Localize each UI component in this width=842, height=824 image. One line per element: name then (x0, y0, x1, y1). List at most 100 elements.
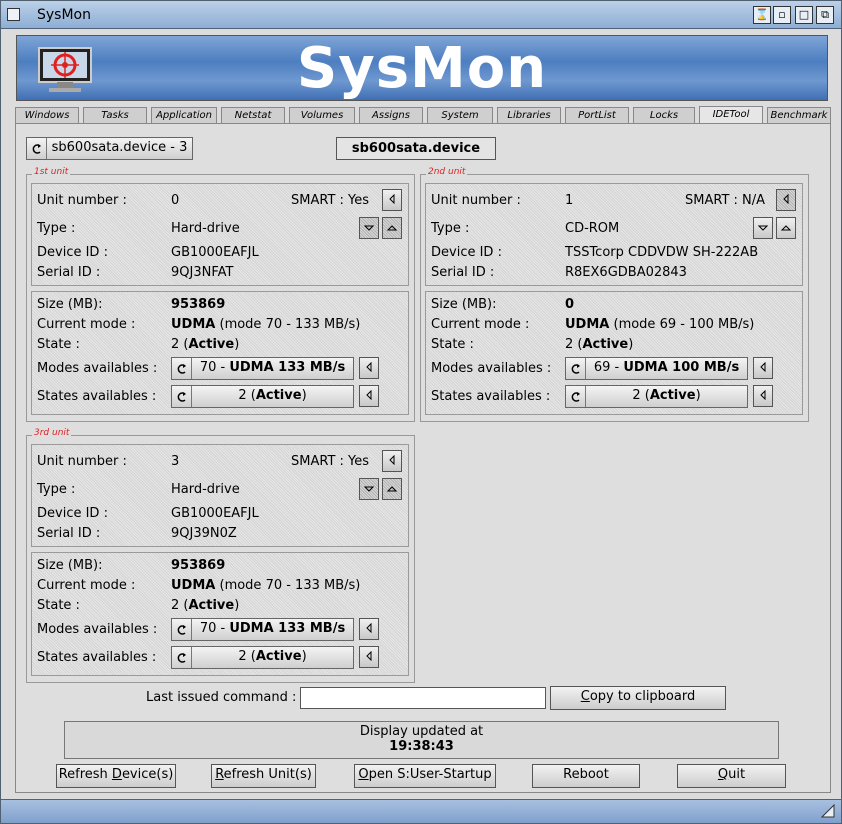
refresh-device-button[interactable]: Refresh Device(s) (56, 764, 176, 788)
smart-value: Yes (348, 193, 370, 208)
smart-toggle-button[interactable] (382, 450, 402, 472)
copy-to-clipboard-button[interactable]: Copy to clipboard (550, 686, 726, 710)
state-num: 2 ( (171, 337, 189, 352)
tab-tasks[interactable]: Tasks (83, 107, 147, 123)
left-arrow-icon (365, 622, 373, 637)
states-apply-button[interactable] (753, 385, 773, 407)
states-cycle-bold: Active (649, 388, 696, 403)
smart-toggle-button[interactable] (382, 189, 402, 211)
tab-system[interactable]: System (427, 107, 493, 123)
type-value: CD-ROM (565, 221, 620, 236)
status-line: Display updated at (359, 724, 484, 739)
modes-apply-button[interactable] (753, 357, 773, 379)
modes-apply-button[interactable] (359, 357, 379, 379)
up-arrow-icon (386, 221, 398, 236)
modes-cycle-num: 69 - (593, 360, 624, 375)
idetool-panel: sb600sata.device - 3 sb600sata.device 1s… (15, 123, 831, 793)
unit-number-value: 0 (171, 193, 180, 208)
last-command-input[interactable] (300, 687, 546, 709)
modes-cycle-label: 69 - UDMA 100 MB/s (588, 358, 745, 378)
device-name-display: sb600sata.device (336, 137, 496, 160)
current-mode-bold: UDMA (171, 317, 216, 332)
states-available-cycle[interactable]: 2 (Active) (565, 385, 748, 408)
refresh-device-key: D (111, 767, 122, 782)
type-down-button[interactable] (753, 217, 773, 239)
refresh-device-pre: Refresh (58, 767, 112, 782)
refresh-unit-button[interactable]: Refresh Unit(s) (211, 764, 316, 788)
modes-available-cycle[interactable]: 70 - UDMA 133 MB/s (171, 618, 354, 641)
smart-label: SMART : Yes (291, 454, 369, 469)
state-value: 2 (Active) (565, 337, 633, 352)
down-arrow-icon (363, 221, 375, 236)
states-available-cycle[interactable]: 2 (Active) (171, 385, 354, 408)
zoom-gadget-icon[interactable]: ▫ (773, 6, 791, 24)
down-arrow-icon (757, 221, 769, 236)
size-value: 953869 (171, 558, 226, 573)
tab-application[interactable]: Application (151, 107, 217, 123)
depth-gadget-icon[interactable]: ⧉ (816, 6, 834, 24)
open-user-startup-button[interactable]: Open S:User-Startup (354, 764, 496, 788)
tab-locks[interactable]: Locks (633, 107, 695, 123)
cycle-icon (27, 138, 47, 159)
modes-available-label: Modes availables : (431, 361, 552, 376)
smart-label-text: SMART : (291, 193, 344, 208)
cycle-icon (172, 386, 192, 407)
status-box: Display updated at 19:38:43 (64, 721, 779, 759)
quit-button[interactable]: Quit (677, 764, 786, 788)
refresh-unit-post: efresh Unit(s) (223, 767, 312, 782)
title-bar[interactable]: SysMon ⌛ ▫ □ ⧉ (1, 1, 841, 29)
states-available-label: States availables : (37, 650, 157, 665)
serial-id-label: Serial ID : (37, 265, 101, 280)
tab-idetool[interactable]: IDETool (699, 106, 763, 123)
tab-netstat[interactable]: Netstat (221, 107, 285, 123)
tab-libraries[interactable]: Libraries (497, 107, 561, 123)
state-bold: Active (188, 337, 235, 352)
device-id-label: Device ID : (37, 506, 108, 521)
reboot-button[interactable]: Reboot (532, 764, 640, 788)
iconify-gadget-icon[interactable]: ⌛ (753, 6, 771, 24)
type-down-button[interactable] (359, 478, 379, 500)
smart-toggle-button[interactable] (776, 189, 796, 211)
type-label: Type : (37, 221, 76, 236)
current-mode-value: UDMA (mode 69 - 100 MB/s) (565, 317, 754, 332)
state-value: 2 (Active) (171, 598, 239, 613)
size-label: Size (MB): (37, 558, 103, 573)
size-gadget-icon[interactable]: □ (795, 6, 813, 24)
states-apply-button[interactable] (359, 385, 379, 407)
resize-gadget-icon[interactable] (821, 804, 835, 818)
states-cycle-num: 2 ( (238, 649, 256, 664)
sysmon-banner: SysMon (16, 35, 828, 101)
cycle-icon (172, 647, 192, 668)
modes-cycle-bold: UDMA 133 MB/s (229, 621, 346, 636)
close-gadget-icon[interactable] (7, 8, 20, 21)
current-mode-bold: UDMA (171, 578, 216, 593)
modes-apply-button[interactable] (359, 618, 379, 640)
type-up-button[interactable] (382, 478, 402, 500)
states-available-label: States availables : (37, 389, 157, 404)
states-cycle-bold: Active (255, 388, 302, 403)
left-arrow-icon (759, 361, 767, 376)
device-id-label: Device ID : (431, 245, 502, 260)
tab-benchmark[interactable]: Benchmark (767, 107, 831, 123)
states-available-label: States availables : (431, 389, 551, 404)
tab-assigns[interactable]: Assigns (359, 107, 423, 123)
type-up-button[interactable] (382, 217, 402, 239)
type-up-button[interactable] (776, 217, 796, 239)
banner-title: SysMon (296, 36, 548, 101)
unit-number-label: Unit number : (37, 193, 127, 208)
modes-cycle-num: 70 - (199, 621, 230, 636)
tab-portlist[interactable]: PortList (565, 107, 629, 123)
type-down-button[interactable] (359, 217, 379, 239)
device-cycle[interactable]: sb600sata.device - 3 (26, 137, 193, 160)
modes-available-cycle[interactable]: 69 - UDMA 100 MB/s (565, 357, 748, 380)
modes-available-cycle[interactable]: 70 - UDMA 133 MB/s (171, 357, 354, 380)
tab-volumes[interactable]: Volumes (289, 107, 355, 123)
current-mode-value: UDMA (mode 70 - 133 MB/s) (171, 317, 360, 332)
tab-windows[interactable]: Windows (15, 107, 79, 123)
device-id-label: Device ID : (37, 245, 108, 260)
state-bold: Active (188, 598, 235, 613)
serial-id-value: 9QJ39N0Z (171, 526, 237, 541)
device-id-value: GB1000EAFJL (171, 506, 259, 521)
states-apply-button[interactable] (359, 646, 379, 668)
states-available-cycle[interactable]: 2 (Active) (171, 646, 354, 669)
